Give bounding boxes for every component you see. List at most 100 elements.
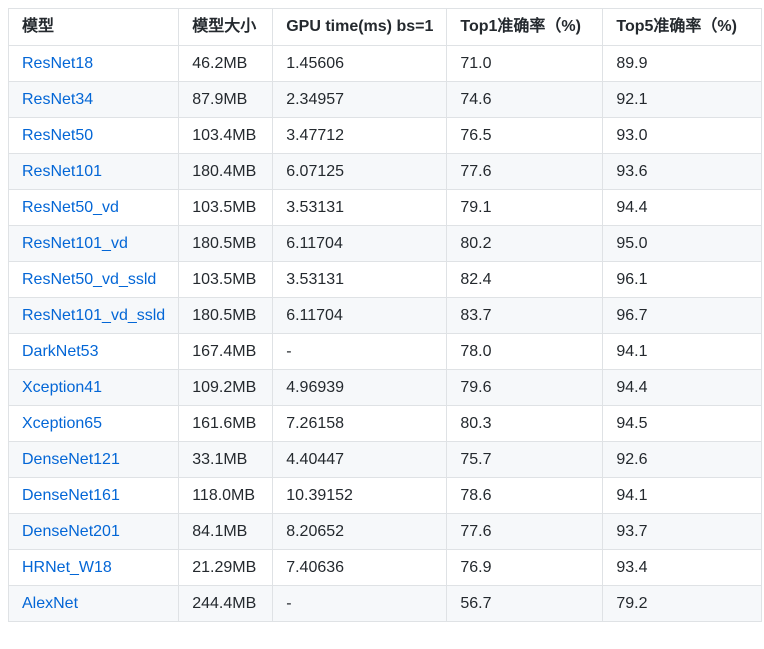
cell-model-size: 180.5MB bbox=[178, 225, 274, 262]
cell-gpu-time: 6.11704 bbox=[272, 297, 448, 334]
cell-top5-accuracy: 94.5 bbox=[602, 405, 763, 442]
cell-model-size: 87.9MB bbox=[178, 81, 274, 118]
cell-top1-accuracy: 77.6 bbox=[446, 513, 604, 550]
table-row: Xception65 161.6MB 7.26158 80.3 94.5 bbox=[7, 405, 763, 442]
cell-model-size: 180.4MB bbox=[178, 153, 274, 190]
cell-model: HRNet_W18 bbox=[7, 549, 180, 586]
cell-model-size: 103.4MB bbox=[178, 117, 274, 154]
cell-gpu-time: 6.11704 bbox=[272, 225, 448, 262]
cell-model-size: 21.29MB bbox=[178, 549, 274, 586]
model-table-container: 模型 模型大小 GPU time(ms) bs=1 Top1准确率（%) Top… bbox=[7, 8, 763, 622]
cell-model: ResNet101_vd bbox=[7, 225, 180, 262]
cell-top1-accuracy: 79.1 bbox=[446, 189, 604, 226]
table-row: ResNet50 103.4MB 3.47712 76.5 93.0 bbox=[7, 117, 763, 154]
model-link[interactable]: HRNet_W18 bbox=[22, 559, 112, 576]
table-row: DenseNet201 84.1MB 8.20652 77.6 93.7 bbox=[7, 513, 763, 550]
table-row: ResNet50_vd_ssld 103.5MB 3.53131 82.4 96.1 bbox=[7, 261, 763, 298]
cell-gpu-time: - bbox=[272, 333, 448, 370]
cell-model: ResNet50_vd bbox=[7, 189, 180, 226]
table-row: ResNet50_vd 103.5MB 3.53131 79.1 94.4 bbox=[7, 189, 763, 226]
cell-model-size: 167.4MB bbox=[178, 333, 274, 370]
cell-model-size: 103.5MB bbox=[178, 189, 274, 226]
cell-gpu-time: 4.96939 bbox=[272, 369, 448, 406]
model-link[interactable]: DenseNet161 bbox=[22, 487, 120, 504]
cell-top1-accuracy: 71.0 bbox=[446, 45, 604, 82]
model-comparison-table: 模型 模型大小 GPU time(ms) bs=1 Top1准确率（%) Top… bbox=[7, 8, 763, 622]
cell-gpu-time: 8.20652 bbox=[272, 513, 448, 550]
cell-gpu-time: 3.53131 bbox=[272, 261, 448, 298]
cell-top1-accuracy: 83.7 bbox=[446, 297, 604, 334]
cell-model: Xception65 bbox=[7, 405, 180, 442]
cell-top1-accuracy: 80.3 bbox=[446, 405, 604, 442]
table-header: 模型 模型大小 GPU time(ms) bs=1 Top1准确率（%) Top… bbox=[7, 8, 763, 46]
cell-top1-accuracy: 56.7 bbox=[446, 585, 604, 622]
cell-gpu-time: 3.53131 bbox=[272, 189, 448, 226]
cell-gpu-time: 6.07125 bbox=[272, 153, 448, 190]
table-row: DarkNet53 167.4MB -78.0 94.1 bbox=[7, 333, 763, 370]
cell-gpu-time: 3.47712 bbox=[272, 117, 448, 154]
model-link[interactable]: ResNet101_vd bbox=[22, 235, 128, 252]
model-link[interactable]: AlexNet bbox=[22, 595, 78, 612]
header-top1-accuracy: Top1准确率（%) bbox=[446, 8, 604, 46]
model-link[interactable]: ResNet50_vd bbox=[22, 199, 119, 216]
cell-top5-accuracy: 92.6 bbox=[602, 441, 763, 478]
cell-top5-accuracy: 93.7 bbox=[602, 513, 763, 550]
cell-top5-accuracy: 94.4 bbox=[602, 189, 763, 226]
cell-top5-accuracy: 95.0 bbox=[602, 225, 763, 262]
cell-top1-accuracy: 78.6 bbox=[446, 477, 604, 514]
cell-model: DenseNet161 bbox=[7, 477, 180, 514]
cell-model: DarkNet53 bbox=[7, 333, 180, 370]
cell-model-size: 46.2MB bbox=[178, 45, 274, 82]
cell-model-size: 244.4MB bbox=[178, 585, 274, 622]
cell-top1-accuracy: 76.5 bbox=[446, 117, 604, 154]
table-row: ResNet34 87.9MB 2.34957 74.6 92.1 bbox=[7, 81, 763, 118]
cell-gpu-time: 10.39152 bbox=[272, 477, 448, 514]
cell-top1-accuracy: 75.7 bbox=[446, 441, 604, 478]
cell-top1-accuracy: 77.6 bbox=[446, 153, 604, 190]
model-link[interactable]: DenseNet121 bbox=[22, 451, 120, 468]
cell-top5-accuracy: 93.4 bbox=[602, 549, 763, 586]
cell-model-size: 161.6MB bbox=[178, 405, 274, 442]
cell-gpu-time: - bbox=[272, 585, 448, 622]
model-link[interactable]: ResNet18 bbox=[22, 55, 93, 72]
cell-model-size: 180.5MB bbox=[178, 297, 274, 334]
cell-gpu-time: 2.34957 bbox=[272, 81, 448, 118]
cell-top1-accuracy: 80.2 bbox=[446, 225, 604, 262]
cell-top5-accuracy: 89.9 bbox=[602, 45, 763, 82]
model-link[interactable]: ResNet101_vd_ssld bbox=[22, 307, 165, 324]
model-link[interactable]: DarkNet53 bbox=[22, 343, 98, 360]
table-row: DenseNet121 33.1MB 4.40447 75.7 92.6 bbox=[7, 441, 763, 478]
model-link[interactable]: ResNet50_vd_ssld bbox=[22, 271, 156, 288]
model-link[interactable]: Xception65 bbox=[22, 415, 102, 432]
cell-model: AlexNet bbox=[7, 585, 180, 622]
table-row: HRNet_W18 21.29MB 7.40636 76.9 93.4 bbox=[7, 549, 763, 586]
cell-model: ResNet101_vd_ssld bbox=[7, 297, 180, 334]
cell-model-size: 118.0MB bbox=[178, 477, 274, 514]
cell-model: DenseNet121 bbox=[7, 441, 180, 478]
cell-model-size: 84.1MB bbox=[178, 513, 274, 550]
model-link[interactable]: ResNet50 bbox=[22, 127, 93, 144]
model-link[interactable]: ResNet34 bbox=[22, 91, 93, 108]
model-link[interactable]: Xception41 bbox=[22, 379, 102, 396]
cell-top5-accuracy: 96.1 bbox=[602, 261, 763, 298]
model-link[interactable]: ResNet101 bbox=[22, 163, 102, 180]
table-row: ResNet101_vd 180.5MB 6.11704 80.2 95.0 bbox=[7, 225, 763, 262]
cell-top5-accuracy: 93.6 bbox=[602, 153, 763, 190]
cell-top5-accuracy: 93.0 bbox=[602, 117, 763, 154]
cell-top5-accuracy: 94.1 bbox=[602, 477, 763, 514]
cell-gpu-time: 7.26158 bbox=[272, 405, 448, 442]
table-body: ResNet18 46.2MB 1.45606 71.0 89.9 ResNet34 87.… bbox=[7, 45, 763, 622]
cell-top5-accuracy: 79.2 bbox=[602, 585, 763, 622]
table-row: ResNet18 46.2MB 1.45606 71.0 89.9 bbox=[7, 45, 763, 82]
cell-top1-accuracy: 76.9 bbox=[446, 549, 604, 586]
model-link[interactable]: DenseNet201 bbox=[22, 523, 120, 540]
cell-top1-accuracy: 74.6 bbox=[446, 81, 604, 118]
cell-top5-accuracy: 92.1 bbox=[602, 81, 763, 118]
cell-model-size: 103.5MB bbox=[178, 261, 274, 298]
cell-model-size: 33.1MB bbox=[178, 441, 274, 478]
cell-model-size: 109.2MB bbox=[178, 369, 274, 406]
header-gpu-time: GPU time(ms) bs=1 bbox=[272, 8, 448, 46]
cell-top1-accuracy: 78.0 bbox=[446, 333, 604, 370]
table-row: ResNet101_vd_ssld 180.5MB 6.11704 83.7 96.7 bbox=[7, 297, 763, 334]
table-row: AlexNet 244.4MB -56.7 79.2 bbox=[7, 585, 763, 622]
